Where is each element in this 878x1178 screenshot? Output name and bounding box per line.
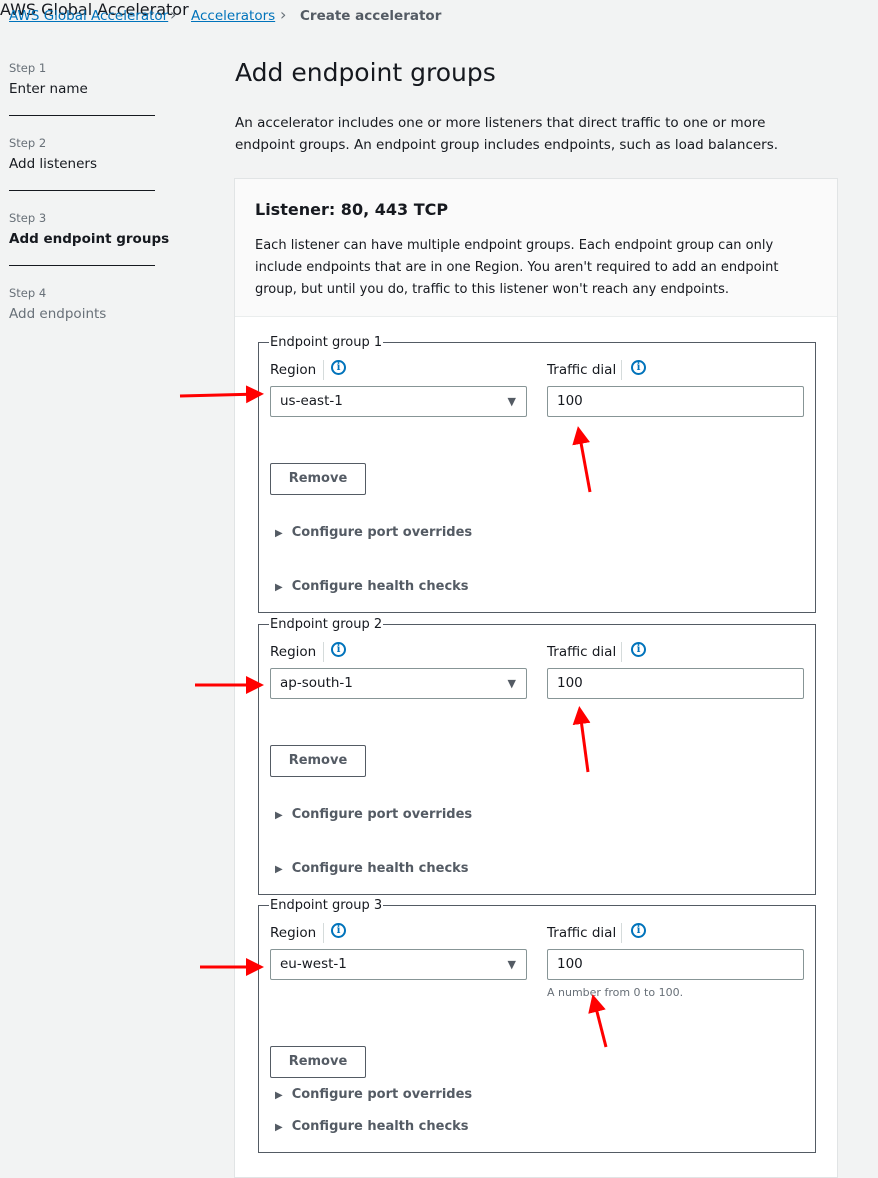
port-overrides-expander[interactable]: ▶ Configure port overrides <box>275 525 472 540</box>
listener-header: Listener: 80, 443 TCP Each listener can … <box>235 179 837 317</box>
breadcrumb-current: Create accelerator <box>300 8 442 24</box>
port-overrides-expander[interactable]: ▶ Configure port overrides <box>275 1087 472 1102</box>
expander-label: Configure port overrides <box>291 1087 473 1102</box>
caret-right-icon: ▶ <box>275 582 283 593</box>
breadcrumb-link-text[interactable]: AWS Global Accelerator <box>9 8 168 24</box>
remove-button[interactable]: Remove <box>270 745 366 777</box>
region-select[interactable]: ap-south-1 ▼ <box>270 668 527 699</box>
breadcrumb-link-global-accelerator[interactable]: AWS Global Accelerator <box>9 8 168 24</box>
endpoint-group-3: Endpoint group 3 Region i Traffic dial i… <box>258 898 816 1153</box>
region-label: Region <box>270 362 317 378</box>
divider <box>323 642 324 662</box>
divider <box>323 923 324 943</box>
step-label: Step 2 <box>9 136 47 150</box>
divider <box>9 190 155 191</box>
caret-right-icon: ▶ <box>275 864 283 875</box>
region-label: Region <box>270 925 317 941</box>
caret-right-icon: ▶ <box>275 1090 283 1101</box>
info-icon[interactable]: i <box>331 360 346 375</box>
info-icon[interactable]: i <box>631 360 646 375</box>
region-label: Region <box>270 644 317 660</box>
remove-button[interactable]: Remove <box>270 1046 366 1078</box>
expander-label: Configure health checks <box>291 1119 469 1134</box>
step-name-current: Add endpoint groups <box>9 231 170 247</box>
remove-button[interactable]: Remove <box>270 463 366 495</box>
traffic-dial-input[interactable]: 100 <box>547 949 804 980</box>
group-legend: Endpoint group 2 <box>269 617 384 632</box>
expander-label: Configure health checks <box>291 861 469 876</box>
traffic-dial-label: Traffic dial <box>547 925 617 941</box>
info-icon[interactable]: i <box>331 923 346 938</box>
step-name[interactable]: Add listeners <box>9 156 97 172</box>
info-icon[interactable]: i <box>631 642 646 657</box>
breadcrumb-link-accelerators[interactable]: Accelerators <box>191 8 275 24</box>
step-label: Step 3 <box>9 211 47 225</box>
divider <box>9 115 155 116</box>
chevron-right-icon: › <box>170 5 177 24</box>
health-checks-expander[interactable]: ▶ Configure health checks <box>275 861 469 876</box>
expander-label: Configure health checks <box>291 579 469 594</box>
region-value: eu-west-1 <box>280 956 347 972</box>
traffic-dial-label: Traffic dial <box>547 644 617 660</box>
divider <box>621 923 622 943</box>
region-select[interactable]: eu-west-1 ▼ <box>270 949 527 980</box>
caret-down-icon: ▼ <box>507 958 516 971</box>
step-name[interactable]: Enter name <box>9 81 88 97</box>
region-value: ap-south-1 <box>280 675 353 691</box>
caret-down-icon: ▼ <box>507 395 516 408</box>
port-overrides-expander[interactable]: ▶ Configure port overrides <box>275 807 472 822</box>
divider <box>621 642 622 662</box>
divider <box>621 360 622 380</box>
page-intro: An accelerator includes one or more list… <box>235 115 779 153</box>
step-label: Step 1 <box>9 61 47 75</box>
endpoint-group-1: Endpoint group 1 Region i Traffic dial i… <box>258 335 816 613</box>
traffic-dial-hint: A number from 0 to 100. <box>547 986 684 999</box>
breadcrumb-link-text[interactable]: Accelerators <box>191 8 275 24</box>
chevron-right-icon: › <box>280 5 287 24</box>
region-value: us-east-1 <box>280 393 343 409</box>
caret-down-icon: ▼ <box>507 677 516 690</box>
page-title: Add endpoint groups <box>235 58 496 87</box>
traffic-dial-label: Traffic dial <box>547 362 617 378</box>
divider <box>9 265 155 266</box>
step-label: Step 4 <box>9 286 47 300</box>
listener-description: Each listener can have multiple endpoint… <box>255 238 779 297</box>
region-select[interactable]: us-east-1 ▼ <box>270 386 527 417</box>
caret-right-icon: ▶ <box>275 810 283 821</box>
traffic-dial-input[interactable]: 100 <box>547 668 804 699</box>
expander-label: Configure port overrides <box>291 807 473 822</box>
info-icon[interactable]: i <box>631 923 646 938</box>
traffic-dial-input[interactable]: 100 <box>547 386 804 417</box>
endpoint-group-2: Endpoint group 2 Region i Traffic dial i… <box>258 617 816 895</box>
health-checks-expander[interactable]: ▶ Configure health checks <box>275 579 469 594</box>
listener-title: Listener: 80, 443 TCP <box>255 200 449 219</box>
caret-right-icon: ▶ <box>275 528 283 539</box>
expander-label: Configure port overrides <box>291 525 473 540</box>
group-legend: Endpoint group 3 <box>269 898 384 913</box>
info-icon[interactable]: i <box>331 642 346 657</box>
step-name: Add endpoints <box>9 306 107 322</box>
group-legend: Endpoint group 1 <box>269 335 384 350</box>
caret-right-icon: ▶ <box>275 1122 283 1133</box>
divider <box>323 360 324 380</box>
health-checks-expander[interactable]: ▶ Configure health checks <box>275 1119 469 1134</box>
